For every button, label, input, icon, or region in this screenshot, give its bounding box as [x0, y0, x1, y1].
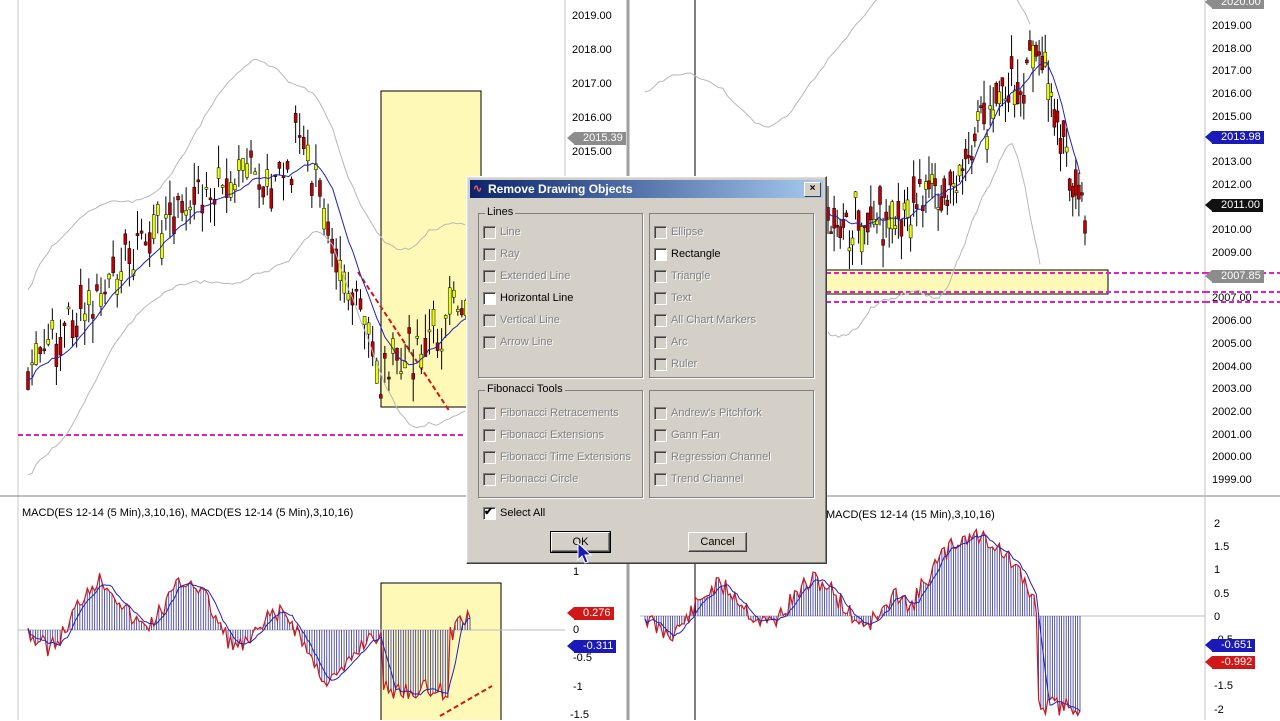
- y-tick: 2005.00: [1212, 337, 1252, 350]
- y-tick: 2003.00: [1212, 383, 1252, 396]
- group-label-fibonacci: Fibonacci Tools: [485, 383, 565, 395]
- last-price-tag: 2011.00: [1205, 199, 1263, 212]
- y-tick: 2004.00: [1212, 360, 1252, 373]
- y-tick: 2016.00: [572, 112, 612, 124]
- y-tick: -2: [1214, 703, 1224, 716]
- rectangle-price-tag: 2007.85: [1205, 270, 1264, 283]
- y-tick: 0: [1214, 610, 1221, 623]
- y-tick: 2018.00: [572, 44, 612, 56]
- checkbox-label: Rectangle: [671, 248, 721, 260]
- checkbox-label: Ellipse: [671, 226, 704, 238]
- checkbox-label: Fibonacci Retracements: [500, 407, 619, 419]
- dialog-titlebar[interactable]: ∿ Remove Drawing Objects ×: [470, 180, 823, 198]
- signal-value-tag: -0.651: [1204, 639, 1256, 652]
- y-tick: 2012.00: [1212, 178, 1252, 191]
- checkbox-label: Fibonacci Time Extensions: [500, 451, 631, 463]
- y-tick: 1.5: [1214, 541, 1230, 554]
- y-tick: 2007.00: [1212, 292, 1252, 305]
- y-tick: 2009.00: [1212, 247, 1252, 259]
- checkbox-label: Vertical Line: [500, 314, 560, 326]
- mouse-cursor-icon: [577, 541, 593, 564]
- y-tick: -1.5: [570, 709, 589, 721]
- indicator-label: MACD(ES 12-14 (5 Min),3,10,16), MACD(ES …: [22, 507, 354, 519]
- checkbox-label: Line: [500, 226, 521, 238]
- checkbox-label: Trend Channel: [671, 473, 744, 485]
- macd-value-tag: -0.992: [1204, 656, 1256, 669]
- checkbox-label: Extended Line: [500, 270, 571, 282]
- checkbox-label: Gann Fan: [671, 429, 720, 441]
- y-tick: 2019.00: [572, 10, 612, 22]
- y-tick: 2019.00: [1212, 20, 1252, 32]
- y-tick: 2006.00: [1212, 315, 1252, 328]
- y-tick: 1: [573, 566, 580, 578]
- macd-value-tag: 0.276: [567, 607, 614, 620]
- y-tick: 2000.00: [1212, 451, 1252, 464]
- y-tick: 2017.00: [1212, 65, 1252, 78]
- group-label-lines: Lines: [485, 206, 516, 218]
- y-tick: 0.5: [1214, 587, 1230, 600]
- checkbox-label: Horizontal Line: [500, 292, 574, 304]
- y-tick: 2017.00: [572, 78, 612, 90]
- y-tick: -1.5: [1214, 680, 1233, 693]
- checkbox-label: Text: [671, 292, 692, 304]
- checkbox-label: Arrow Line: [500, 336, 553, 348]
- price-tag: 2015.39: [567, 132, 626, 145]
- indicator-label: MACD(ES 12-14 (15 Min),3,10,16): [826, 509, 995, 521]
- checkbox-label: Fibonacci Circle: [500, 473, 579, 485]
- remove-drawing-objects-dialog: ∿ Remove Drawing Objects × Lines Fibonac…: [466, 176, 827, 564]
- y-tick: 2013.00: [1212, 156, 1252, 169]
- checkbox-label: Ruler: [671, 358, 698, 370]
- ma-price-tag: 2013.98: [1205, 131, 1264, 144]
- y-tick: -0.5: [573, 652, 592, 664]
- y-tick: 2001.00: [1212, 428, 1252, 441]
- signal-value-tag: -0.311: [566, 640, 617, 653]
- checkbox-label: Triangle: [671, 270, 711, 282]
- y-tick: 1: [1214, 564, 1221, 577]
- checkbox-label: Andrew's Pitchfork: [671, 407, 762, 419]
- checkbox-label: Regression Channel: [671, 451, 771, 463]
- checkbox-label: Ray: [500, 248, 520, 260]
- close-button[interactable]: ×: [804, 182, 821, 197]
- y-tick: 1999.00: [1212, 474, 1252, 486]
- y-tick: 2002.00: [1212, 405, 1252, 418]
- y-tick: 2: [1214, 518, 1221, 530]
- y-tick: 2018.00: [1212, 42, 1252, 55]
- app-icon: ∿: [473, 183, 483, 195]
- y-tick: 2016.00: [1212, 88, 1252, 101]
- select-all-label: Select All: [500, 507, 546, 519]
- checkbox-label: All Chart Markers: [671, 314, 756, 326]
- y-tick: 2015.00: [572, 146, 612, 158]
- y-tick-top: 2020.00: [1205, 0, 1264, 9]
- y-tick: 2010.00: [1212, 224, 1252, 237]
- checkbox-label: Arc: [671, 336, 688, 348]
- rectangle-drawing: [380, 582, 502, 720]
- y-tick: 0: [573, 624, 580, 636]
- y-tick: -1: [573, 681, 583, 693]
- cancel-button[interactable]: Cancel: [688, 532, 747, 552]
- checkbox-label: Fibonacci Extensions: [500, 429, 604, 441]
- dialog-title: Remove Drawing Objects: [488, 182, 633, 196]
- y-tick: 2015.00: [1212, 110, 1252, 123]
